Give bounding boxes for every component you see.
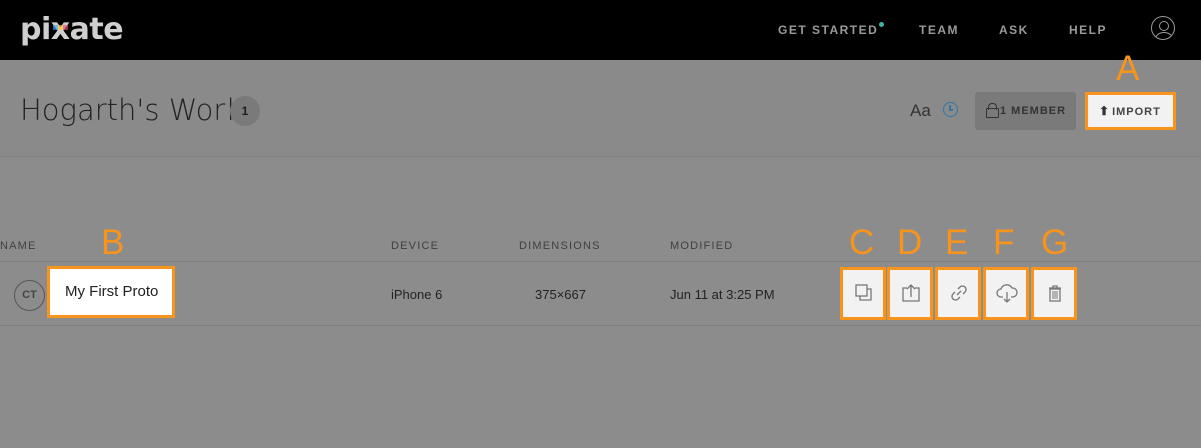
pixate-logo[interactable]: pixate	[20, 12, 124, 47]
page-title: Hogarth's Work	[20, 93, 243, 127]
project-header: Hogarth's Work 1 Aa 1 MEMBER ⬆ IMPORT	[0, 60, 1201, 157]
logo-text-end: ate	[69, 12, 124, 47]
font-size-toggle[interactable]: Aa	[910, 101, 931, 121]
column-header-modified[interactable]: MODIFIED	[670, 240, 733, 252]
prototype-count-badge: 1	[230, 96, 260, 126]
nav-help[interactable]: HELP	[1069, 23, 1107, 37]
nav-ask[interactable]: ASK	[999, 23, 1029, 37]
lock-icon	[986, 103, 999, 118]
column-header-name[interactable]: NAME	[0, 240, 37, 252]
device-cell: iPhone 6	[391, 287, 443, 302]
share-icon	[902, 284, 920, 302]
user-avatar-icon[interactable]	[1151, 16, 1175, 40]
nav-get-started-label: GET STARTED	[778, 23, 879, 37]
top-navigation-bar: pixate GET STARTED TEAM ASK HELP	[0, 0, 1201, 60]
delete-button[interactable]	[1031, 267, 1077, 320]
import-button[interactable]: ⬆ IMPORT	[1085, 92, 1176, 130]
members-button[interactable]: 1 MEMBER	[975, 92, 1076, 130]
column-header-device[interactable]: DEVICE	[391, 240, 439, 252]
annotation-label-a: A	[1116, 49, 1140, 88]
share-button[interactable]	[887, 267, 933, 320]
clock-icon[interactable]	[943, 102, 958, 117]
nav-get-started[interactable]: GET STARTED	[778, 22, 885, 37]
annotation-label-g: G	[1041, 223, 1069, 262]
duplicate-button[interactable]	[840, 267, 886, 320]
logo-text-start: pi	[20, 12, 51, 47]
download-icon	[996, 284, 1018, 303]
members-button-label: 1 MEMBER	[1000, 105, 1067, 117]
dimensions-cell: 375×667	[535, 287, 586, 302]
annotation-label-f: F	[993, 223, 1015, 262]
trash-icon	[1049, 285, 1061, 302]
nav-team[interactable]: TEAM	[919, 23, 959, 37]
annotation-label-e: E	[945, 223, 969, 262]
duplicate-icon	[855, 284, 872, 301]
annotation-label-d: D	[897, 223, 923, 262]
import-button-label: IMPORT	[1112, 106, 1161, 118]
row-divider	[0, 261, 1201, 262]
copy-link-button[interactable]	[935, 267, 981, 320]
download-button[interactable]	[983, 267, 1029, 320]
annotation-label-c: C	[849, 223, 875, 262]
logo-text-x: x	[50, 12, 70, 47]
row-divider	[0, 325, 1201, 326]
column-header-dimensions[interactable]: DIMENSIONS	[519, 240, 601, 252]
annotation-label-b: B	[101, 223, 125, 262]
prototype-name[interactable]: My First Proto	[47, 266, 175, 318]
link-icon	[951, 285, 967, 301]
modified-cell: Jun 11 at 3:25 PM	[670, 287, 775, 302]
upload-icon: ⬆	[1099, 104, 1111, 118]
notification-dot	[879, 22, 885, 27]
owner-avatar: CT	[14, 280, 45, 311]
